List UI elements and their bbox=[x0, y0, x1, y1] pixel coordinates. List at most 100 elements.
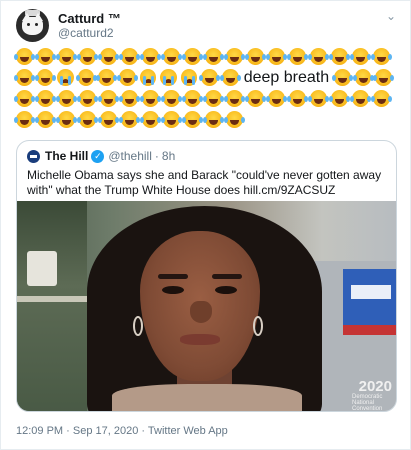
emoji-row bbox=[14, 46, 396, 67]
quoted-tweet-header: The Hill ✓ @thehill · 8h bbox=[27, 149, 178, 163]
face-with-tears-of-joy-icon bbox=[182, 111, 201, 128]
avatar-cat-face bbox=[22, 17, 43, 35]
author-names: Catturd ™ @catturd2 bbox=[58, 11, 121, 41]
face-with-tears-of-joy-icon bbox=[14, 90, 33, 107]
face-with-tears-of-joy-icon bbox=[371, 48, 390, 65]
face-with-tears-of-joy-icon bbox=[56, 48, 75, 65]
portrait-mouth bbox=[180, 334, 220, 345]
display-name[interactable]: Catturd ™ bbox=[58, 11, 121, 26]
loudly-crying-face-icon bbox=[139, 69, 157, 86]
face-with-tears-of-joy-icon bbox=[161, 111, 180, 128]
face-with-tears-of-joy-icon bbox=[77, 48, 96, 65]
face-with-tears-of-joy-icon bbox=[56, 90, 75, 107]
chevron-down-icon[interactable]: ⌄ bbox=[386, 9, 396, 23]
face-with-tears-of-joy-icon bbox=[182, 48, 201, 65]
face-with-tears-of-joy-icon bbox=[371, 90, 390, 107]
face-with-tears-of-joy-icon bbox=[373, 69, 392, 86]
face-with-tears-of-joy-icon bbox=[34, 69, 54, 86]
quoted-tweet[interactable]: The Hill ✓ @thehill · 8h Michelle Obama … bbox=[16, 140, 397, 412]
face-with-tears-of-joy-icon bbox=[220, 69, 239, 86]
face-with-tears-of-joy-icon bbox=[75, 69, 95, 86]
quoted-display-name[interactable]: The Hill bbox=[45, 149, 88, 163]
emoji-row bbox=[14, 88, 396, 109]
face-with-tears-of-joy-icon bbox=[203, 90, 222, 107]
face-with-tears-of-joy-icon bbox=[77, 90, 96, 107]
face-with-tears-of-joy-icon bbox=[350, 48, 369, 65]
face-with-tears-of-joy-icon bbox=[35, 111, 54, 128]
loudly-crying-face-icon bbox=[57, 69, 74, 86]
quoted-handle[interactable]: @thehill bbox=[108, 149, 152, 163]
face-with-tears-of-joy-icon bbox=[329, 48, 348, 65]
face-with-tears-of-joy-icon bbox=[224, 111, 243, 128]
quoted-avatar[interactable] bbox=[27, 149, 40, 163]
portrait-brow-right bbox=[212, 274, 242, 279]
portrait-earring-right bbox=[253, 316, 263, 336]
face-with-tears-of-joy-icon bbox=[224, 90, 243, 107]
face-with-tears-of-joy-icon bbox=[352, 69, 372, 86]
quoted-tweet-text: Michelle Obama says she and Barack "coul… bbox=[27, 168, 382, 197]
emoji-row bbox=[14, 109, 396, 130]
background-campaign-sign-stripe bbox=[343, 325, 396, 335]
tweet-timestamp[interactable]: 12:09 PM · Sep 17, 2020 · Twitter Web Ap… bbox=[16, 425, 228, 437]
dnc-logo: 2020 bbox=[358, 378, 392, 395]
face-with-tears-of-joy-icon bbox=[245, 48, 264, 65]
face-with-tears-of-joy-icon bbox=[56, 111, 75, 128]
tweet-text: deep breath bbox=[14, 46, 396, 130]
user-handle[interactable]: @catturd2 bbox=[58, 26, 121, 41]
portrait-nose bbox=[190, 301, 212, 323]
face-with-tears-of-joy-icon bbox=[308, 90, 327, 107]
face-with-tears-of-joy-icon bbox=[266, 48, 285, 65]
emoji-row: deep breath bbox=[14, 67, 396, 88]
face-with-tears-of-joy-icon bbox=[119, 90, 138, 107]
tweet-phrase: deep breath bbox=[243, 68, 330, 86]
face-with-tears-of-joy-icon bbox=[329, 90, 348, 107]
portrait-shirt bbox=[112, 384, 302, 411]
face-with-tears-of-joy-icon bbox=[119, 48, 138, 65]
face-with-tears-of-joy-icon bbox=[161, 48, 180, 65]
face-with-tears-of-joy-icon bbox=[140, 111, 159, 128]
face-with-tears-of-joy-icon bbox=[98, 90, 117, 107]
portrait-earring-left bbox=[133, 316, 143, 336]
separator-dot: · bbox=[154, 149, 159, 163]
loudly-crying-face-icon bbox=[180, 69, 198, 86]
portrait-eye-right bbox=[215, 286, 237, 294]
face-with-tears-of-joy-icon bbox=[203, 111, 222, 128]
face-with-tears-of-joy-icon bbox=[199, 69, 219, 86]
portrait-brow-left bbox=[158, 274, 188, 279]
face-with-tears-of-joy-icon bbox=[140, 90, 159, 107]
face-with-tears-of-joy-icon bbox=[14, 69, 33, 86]
face-with-tears-of-joy-icon bbox=[35, 48, 54, 65]
face-with-tears-of-joy-icon bbox=[98, 111, 117, 128]
face-with-tears-of-joy-icon bbox=[98, 48, 117, 65]
face-with-tears-of-joy-icon bbox=[287, 48, 306, 65]
face-with-tears-of-joy-icon bbox=[224, 48, 243, 65]
background-vase bbox=[27, 251, 57, 286]
background-shelf bbox=[17, 296, 92, 302]
tweet-card: Catturd ™ @catturd2 ⌄ deep breath The Hi… bbox=[0, 0, 411, 450]
face-with-tears-of-joy-icon bbox=[35, 90, 54, 107]
avatar[interactable] bbox=[16, 9, 49, 42]
face-with-tears-of-joy-icon bbox=[161, 90, 180, 107]
dnc-watermark-text: Democratic National Convention bbox=[352, 394, 383, 412]
face-with-tears-of-joy-icon bbox=[350, 90, 369, 107]
face-with-tears-of-joy-icon bbox=[332, 69, 351, 86]
face-with-tears-of-joy-icon bbox=[77, 111, 96, 128]
face-with-tears-of-joy-icon bbox=[140, 48, 159, 65]
face-with-tears-of-joy-icon bbox=[245, 90, 264, 107]
quoted-time[interactable]: 8h bbox=[162, 149, 175, 163]
face-with-tears-of-joy-icon bbox=[119, 111, 138, 128]
background-campaign-sign bbox=[343, 269, 396, 325]
avatar-eye-left bbox=[27, 23, 30, 26]
portrait-eye-left bbox=[162, 286, 184, 294]
face-with-tears-of-joy-icon bbox=[203, 48, 222, 65]
face-with-tears-of-joy-icon bbox=[96, 69, 116, 86]
avatar-eye-right bbox=[35, 23, 38, 26]
verified-badge-icon: ✓ bbox=[91, 149, 105, 163]
face-with-tears-of-joy-icon bbox=[14, 111, 33, 128]
loudly-crying-face-icon bbox=[160, 69, 177, 86]
face-with-tears-of-joy-icon bbox=[287, 90, 306, 107]
face-with-tears-of-joy-icon bbox=[14, 48, 33, 65]
face-with-tears-of-joy-icon bbox=[117, 69, 136, 86]
background-plants bbox=[17, 201, 87, 411]
quoted-tweet-image[interactable]: 2020 Democratic National Convention bbox=[17, 201, 396, 412]
